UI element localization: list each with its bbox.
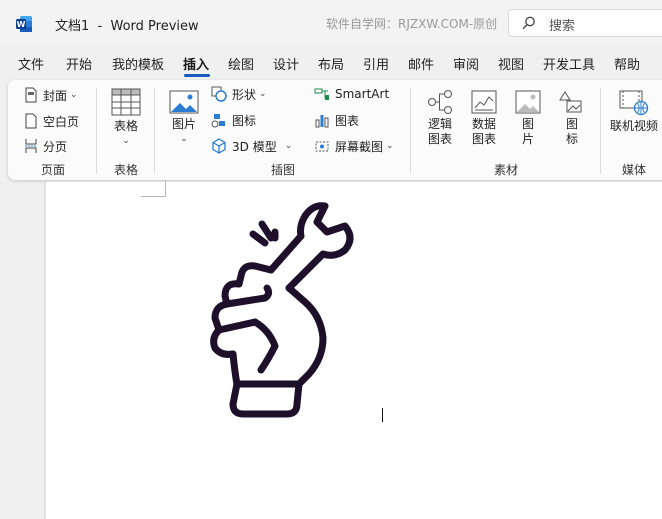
- ribbon-tabs: 文件 开始 我的模板 插入 绘图 设计 布局 引用 邮件 审阅 视图 开发工具 …: [0, 46, 662, 78]
- screenshot-button[interactable]: 屏幕截图 ⌄: [314, 135, 394, 157]
- shapes-icon: [211, 86, 227, 102]
- table-button[interactable]: 表格 ⌄: [108, 88, 144, 149]
- tab-developer[interactable]: 开发工具: [543, 54, 595, 73]
- blank-page-button[interactable]: 空白页: [24, 110, 79, 132]
- watermark-text: 软件自学网：RJZXW.COM-原创: [326, 17, 498, 31]
- tab-review[interactable]: 审阅: [453, 54, 479, 73]
- search-icon: [522, 16, 535, 30]
- tab-help[interactable]: 帮助: [614, 54, 640, 73]
- icons-button[interactable]: 图标: [211, 109, 256, 131]
- group-label-media: 媒体: [622, 163, 647, 177]
- page-break-icon: [25, 139, 37, 153]
- online-video-button[interactable]: 联机视频: [606, 90, 662, 134]
- smartart-button[interactable]: SmartArt: [314, 83, 389, 105]
- tab-view[interactable]: 视图: [498, 54, 524, 73]
- asset-picture-icon: [515, 90, 541, 114]
- asset-icon-button[interactable]: 图 标: [554, 90, 590, 147]
- cover-page-icon: [25, 87, 37, 103]
- wrench-hand-icon[interactable]: [205, 198, 365, 422]
- tab-mailings[interactable]: 邮件: [408, 54, 434, 73]
- tab-my-templates[interactable]: 我的模板: [112, 54, 164, 73]
- cover-page-button[interactable]: 封面 ⌄: [24, 84, 78, 106]
- group-label-illustrations: 插图: [271, 163, 296, 177]
- tab-file[interactable]: 文件: [18, 54, 44, 73]
- title-bar: W 文档1 - Word Preview 软件自学网：RJZXW.COM-原创 …: [0, 0, 662, 46]
- tab-design[interactable]: 设计: [273, 54, 299, 73]
- table-icon: [111, 88, 141, 116]
- group-separator: [410, 88, 411, 174]
- group-label-pages: 页面: [41, 163, 66, 177]
- smartart-icon: [314, 88, 329, 100]
- document-title: 文档1 - Word Preview: [55, 19, 199, 34]
- tab-references[interactable]: 引用: [363, 54, 389, 73]
- svg-text:W: W: [17, 20, 26, 29]
- group-label-assets: 素材: [494, 163, 519, 177]
- online-video-icon: [619, 90, 649, 116]
- active-tab-indicator: [184, 74, 210, 77]
- chart-button[interactable]: 图表: [314, 109, 359, 131]
- asset-picture-button[interactable]: 图 片: [510, 90, 546, 147]
- shapes-button[interactable]: 形状 ⌄: [211, 83, 267, 105]
- search-placeholder: 搜索: [549, 19, 576, 34]
- screenshot-icon: [315, 141, 329, 152]
- tab-home[interactable]: 开始: [66, 54, 92, 73]
- logic-chart-button[interactable]: 逻辑 图表: [420, 90, 460, 147]
- tab-insert[interactable]: 插入: [183, 54, 209, 73]
- margin-corner-mark: [141, 180, 166, 197]
- picture-icon: [169, 90, 199, 114]
- logic-chart-icon: [428, 90, 452, 114]
- group-separator: [600, 88, 601, 174]
- word-logo-icon: W: [16, 16, 32, 32]
- data-chart-button[interactable]: 数据 图表: [464, 90, 504, 147]
- group-label-table: 表格: [114, 163, 139, 177]
- 3d-model-icon: [212, 138, 226, 154]
- group-separator: [154, 88, 155, 174]
- blank-page-icon: [25, 113, 37, 129]
- asset-icon-icon: [559, 91, 582, 113]
- tab-draw[interactable]: 绘图: [228, 54, 254, 73]
- pictures-button[interactable]: 图片 ⌄: [166, 90, 202, 147]
- chart-icon: [315, 115, 329, 128]
- 3d-models-button[interactable]: 3D 模型 ⌄: [211, 135, 292, 157]
- text-cursor: [382, 408, 383, 422]
- ribbon-panel: 封面 ⌄ 空白页 分页 页面 表格 ⌄ 表格 图片 ⌄ 形状 ⌄ 图标 3D 模…: [8, 80, 662, 180]
- icons-icon: [211, 114, 225, 128]
- page-break-button[interactable]: 分页: [24, 135, 67, 157]
- tab-layout[interactable]: 布局: [318, 54, 344, 73]
- search-input[interactable]: 搜索: [508, 9, 662, 37]
- data-chart-icon: [471, 90, 497, 114]
- group-separator: [96, 88, 97, 174]
